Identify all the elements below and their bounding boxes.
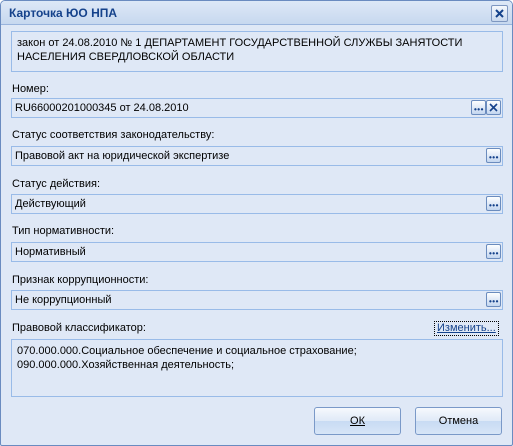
compliance-status-value: Правовой акт на юридической экспертизе <box>15 150 230 162</box>
compliance-status-field[interactable]: Правовой акт на юридической экспертизе •… <box>11 146 503 166</box>
norm-type-label: Тип нормативности: <box>12 225 115 237</box>
compliance-status-browse-button[interactable]: ••• <box>486 148 501 163</box>
dialog-title: Карточка ЮО НПА <box>9 6 118 20</box>
classifier-change-link[interactable]: Изменить... <box>434 321 499 336</box>
dialog-body: закон от 24.08.2010 № 1 ДЕПАРТАМЕНТ ГОСУ… <box>6 25 507 441</box>
title-bar[interactable]: Карточка ЮО НПА <box>1 1 512 25</box>
corruption-value: Не коррупционный <box>15 294 112 306</box>
ellipsis-icon: ••• <box>489 249 499 258</box>
ellipsis-icon: ••• <box>489 153 499 162</box>
ok-button[interactable]: ОК <box>314 407 401 435</box>
norm-type-field[interactable]: Нормативный ••• <box>11 242 503 262</box>
close-icon <box>495 9 504 18</box>
clear-x-icon <box>489 103 498 112</box>
corruption-label: Признак коррупционности: <box>12 274 149 286</box>
classifier-label: Правовой классификатор: <box>12 322 146 334</box>
number-clear-button[interactable] <box>486 100 501 115</box>
corruption-field[interactable]: Не коррупционный ••• <box>11 290 503 310</box>
number-value: RU66000201000345 от 24.08.2010 <box>15 102 189 114</box>
cancel-button[interactable]: Отмена <box>415 407 502 435</box>
number-label: Номер: <box>12 83 49 95</box>
ellipsis-icon: ••• <box>489 201 499 210</box>
classifier-text: 070.000.000.Социальное обеспечение и соц… <box>11 339 503 397</box>
ellipsis-icon: ••• <box>489 297 499 306</box>
number-field[interactable]: RU66000201000345 от 24.08.2010 ••• <box>11 98 503 118</box>
dialog-window: Карточка ЮО НПА закон от 24.08.2010 № 1 … <box>0 0 513 446</box>
norm-type-browse-button[interactable]: ••• <box>486 244 501 259</box>
action-status-field[interactable]: Действующий ••• <box>11 194 503 214</box>
corruption-browse-button[interactable]: ••• <box>486 292 501 307</box>
act-description: закон от 24.08.2010 № 1 ДЕПАРТАМЕНТ ГОСУ… <box>11 31 503 72</box>
action-status-browse-button[interactable]: ••• <box>486 196 501 211</box>
compliance-status-label: Статус соответствия законодательству: <box>12 129 215 141</box>
number-browse-button[interactable]: ••• <box>471 100 486 115</box>
close-button[interactable] <box>491 5 508 22</box>
norm-type-value: Нормативный <box>15 246 86 258</box>
action-status-label: Статус действия: <box>12 178 101 190</box>
ellipsis-icon: ••• <box>474 105 484 114</box>
action-status-value: Действующий <box>15 198 86 210</box>
